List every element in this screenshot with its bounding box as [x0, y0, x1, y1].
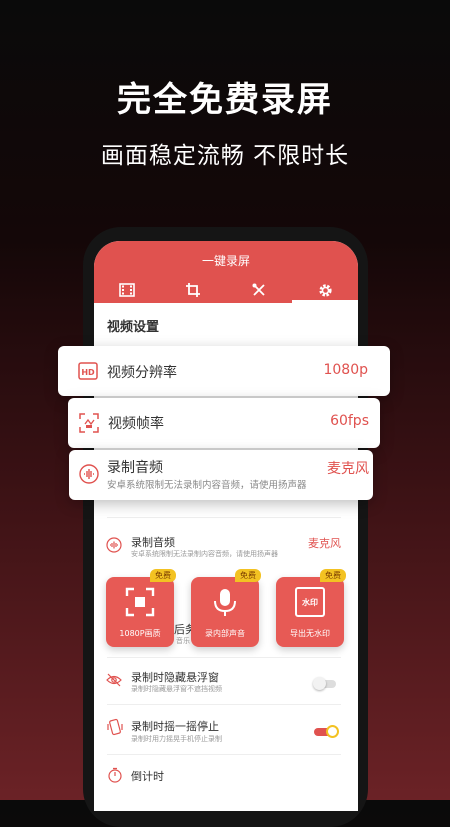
framerate-value[interactable]: 60fps	[330, 413, 369, 429]
hd-icon: HD	[78, 362, 98, 380]
microphone-icon	[214, 589, 236, 616]
tools-icon	[252, 283, 265, 296]
free-badge: 免费	[150, 569, 176, 582]
tab-tools[interactable]	[226, 277, 292, 303]
tab-video[interactable]	[94, 277, 160, 303]
eye-off-icon	[106, 673, 122, 687]
framerate-card[interactable]: 视频帧率 60fps	[68, 398, 380, 448]
section-title: 视频设置	[107, 320, 160, 335]
list-hide-float-sub: 录制时隐藏悬浮窗不遮挡视频	[131, 685, 222, 693]
app-bar: 一键录屏	[94, 241, 358, 303]
resolution-value[interactable]: 1080p	[323, 362, 368, 378]
audio-card-value[interactable]: 麦克风	[327, 458, 369, 478]
feature-1080p-label: 1080P画质	[119, 629, 161, 638]
resolution-card[interactable]: HD 视频分辨率 1080p	[58, 346, 390, 396]
shake-stop-toggle[interactable]	[314, 725, 339, 738]
fullscreen-icon	[125, 587, 155, 617]
no-watermark-icon-text: 水印	[302, 597, 318, 607]
list-partial-sub: 音乐	[176, 637, 190, 645]
gear-icon	[318, 283, 332, 297]
audio-wave-icon	[79, 464, 99, 484]
feature-internal-audio-label: 录内部声音	[205, 629, 245, 638]
svg-text:HD: HD	[81, 368, 95, 377]
shake-phone-icon	[107, 718, 123, 736]
feature-no-watermark[interactable]: 免费 水印 导出无水印	[276, 569, 346, 647]
app-title: 一键录屏	[201, 254, 250, 268]
free-badge: 免费	[320, 569, 346, 582]
list-countdown-title: 倒计时	[131, 770, 164, 783]
audio-wave-icon	[106, 537, 122, 553]
tab-settings[interactable]	[292, 277, 358, 303]
hide-float-toggle[interactable]	[313, 677, 336, 690]
timer-icon	[108, 767, 122, 783]
free-badge: 免费	[235, 569, 261, 582]
divider	[107, 754, 341, 755]
promo-subline: 画面稳定流畅 不限时长	[100, 143, 350, 169]
tab-crop[interactable]	[160, 277, 226, 303]
audio-card-label: 录制音频	[107, 460, 163, 476]
audio-card-sub: 安卓系统限制无法录制内容音频，请使用扬声器	[107, 480, 307, 491]
feature-internal-audio[interactable]: 免费 录内部声音	[191, 569, 261, 647]
list-hide-float-title: 录制时隐藏悬浮窗	[131, 671, 219, 684]
divider	[107, 704, 341, 705]
tab-bar	[94, 277, 358, 303]
promo-headline: 完全免费录屏	[117, 80, 333, 120]
film-icon	[119, 283, 135, 297]
list-audio-value[interactable]: 麦克风	[308, 535, 341, 551]
framerate-icon	[79, 413, 99, 433]
resolution-label: 视频分辨率	[107, 365, 177, 381]
no-watermark-icon: 水印	[295, 587, 325, 617]
audio-card[interactable]: 录制音频 安卓系统限制无法录制内容音频，请使用扬声器 麦克风	[69, 450, 373, 500]
divider	[107, 657, 341, 658]
crop-icon	[186, 283, 200, 297]
list-shake-title: 录制时摇一摇停止	[131, 720, 219, 733]
list-audio-title: 录制音频	[131, 536, 175, 549]
list-audio-sub: 安卓系统限制无法录制内容音频，请使用扬声器	[131, 550, 278, 558]
feature-1080p[interactable]: 免费 1080P画质	[106, 569, 176, 647]
divider	[107, 517, 341, 518]
framerate-label: 视频帧率	[108, 416, 164, 432]
feature-no-watermark-label: 导出无水印	[290, 629, 330, 638]
list-shake-sub: 录制时用力摇晃手机停止录制	[131, 735, 222, 743]
